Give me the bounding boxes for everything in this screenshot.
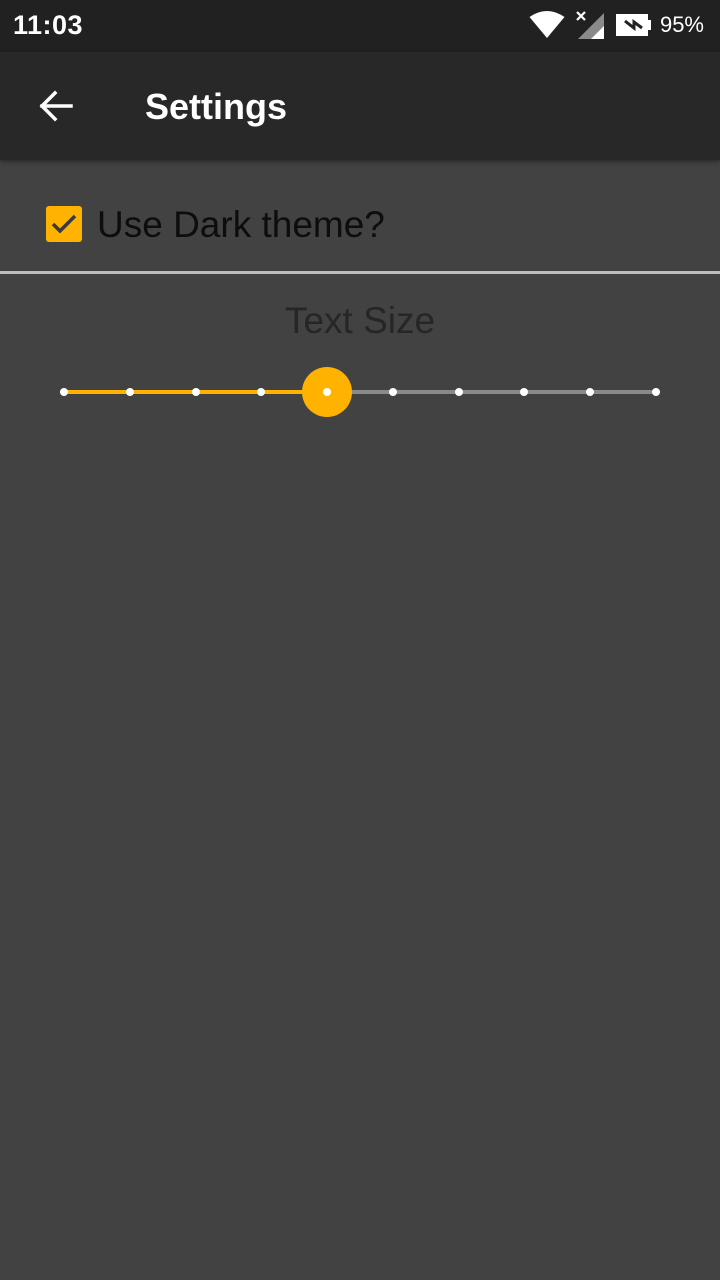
app-bar: Settings [0, 52, 720, 160]
back-button[interactable] [24, 74, 88, 138]
battery-percentage: 95% [659, 12, 704, 37]
cell-signal-no-service-icon [576, 11, 604, 39]
text-size-slider[interactable] [40, 360, 680, 424]
arrow-back-icon [39, 90, 73, 122]
divider [0, 271, 720, 274]
status-time: 11:03 [13, 10, 84, 40]
battery-charging-icon [615, 14, 651, 36]
slider-tick [388, 388, 397, 396]
wifi-icon [529, 11, 565, 38]
slider-tick [652, 388, 660, 396]
slider-tick [257, 388, 266, 396]
slider-track-inactive [327, 390, 656, 394]
dark-theme-label: Use Dark theme? [97, 204, 385, 245]
slider-thumb[interactable] [302, 367, 353, 417]
slider-thumb-dot [323, 388, 332, 396]
checkmark-icon [51, 214, 77, 234]
slider-tick [586, 388, 595, 396]
dark-theme-setting[interactable]: Use Dark theme? [0, 160, 720, 272]
page-title: Settings [145, 86, 288, 127]
slider-tick [454, 388, 463, 396]
status-bar: 11:03 95% [0, 0, 720, 52]
slider-tick [520, 388, 529, 396]
slider-tick [60, 388, 68, 396]
settings-content: Use Dark theme? Text Size [0, 160, 720, 1280]
dark-theme-checkbox[interactable] [46, 206, 82, 242]
status-icons: 95% [529, 8, 704, 42]
slider-tick [191, 388, 200, 396]
text-size-label: Text Size [284, 300, 436, 341]
slider-tick [125, 388, 134, 396]
